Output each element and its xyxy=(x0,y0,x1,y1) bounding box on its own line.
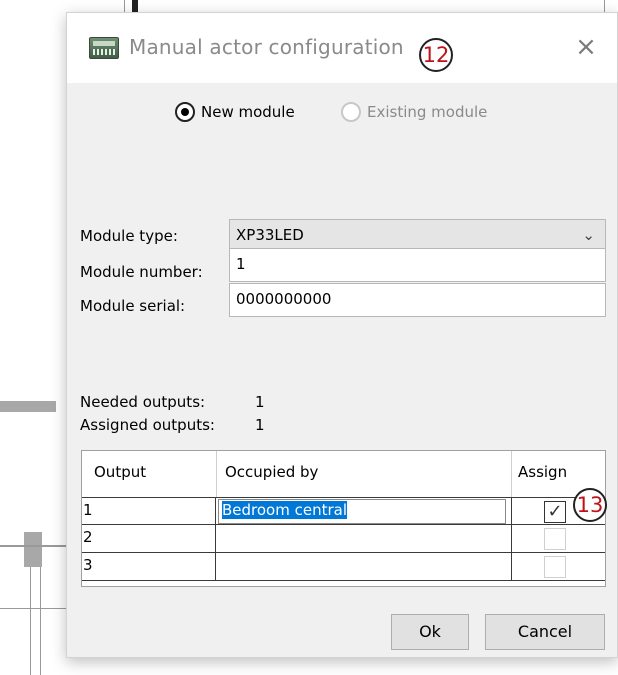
module-type-value: XP33LED xyxy=(236,226,304,244)
cell-occupied-by[interactable] xyxy=(216,525,512,552)
cell-occupied-by[interactable] xyxy=(216,553,512,580)
radio-existing-module-label: Existing module xyxy=(367,103,488,121)
assign-checkbox-checked[interactable]: ✓ xyxy=(544,501,566,523)
outputs-grid: Output Occupied by Assign 1 Bedroom cent… xyxy=(81,450,606,587)
assigned-outputs-value: 1 xyxy=(255,416,265,434)
cell-output: 3 xyxy=(82,553,216,580)
callout-badge-13: 13 xyxy=(573,488,607,522)
module-serial-value: 0000000000 xyxy=(236,290,332,308)
cell-output: 2 xyxy=(82,525,216,552)
table-row[interactable]: 1 Bedroom central ✓ xyxy=(82,497,605,525)
callout-badge-12: 12 xyxy=(419,38,453,72)
title-bar[interactable]: Manual actor configuration 12 × xyxy=(67,13,617,83)
cell-occupied-by[interactable]: Bedroom central xyxy=(216,498,512,525)
ok-button[interactable]: Ok xyxy=(391,614,469,650)
assign-checkbox[interactable] xyxy=(544,556,566,578)
assigned-outputs-label: Assigned outputs: xyxy=(80,416,215,434)
background-line xyxy=(30,567,31,675)
background-line xyxy=(0,545,66,547)
cancel-button[interactable]: Cancel xyxy=(485,614,605,650)
close-icon[interactable]: × xyxy=(569,31,603,65)
module-serial-label: Module serial: xyxy=(80,297,186,315)
dialog-title: Manual actor configuration xyxy=(129,35,404,59)
background-wall xyxy=(0,401,56,412)
occupied-by-selected-text: Bedroom central xyxy=(222,501,348,519)
column-header-output[interactable]: Output xyxy=(94,463,146,481)
manual-actor-dialog: Manual actor configuration 12 × New modu… xyxy=(66,12,618,658)
column-header-occupied-by[interactable]: Occupied by xyxy=(225,463,318,481)
assign-checkbox[interactable] xyxy=(544,528,566,550)
table-row[interactable]: 3 xyxy=(82,553,605,581)
table-row[interactable]: 2 xyxy=(82,525,605,553)
background-line xyxy=(40,567,41,675)
module-number-label: Module number: xyxy=(80,263,203,281)
background-line xyxy=(0,608,66,609)
module-serial-input[interactable]: 0000000000 xyxy=(229,283,606,317)
module-number-value: 1 xyxy=(236,255,246,273)
radio-new-module-label: New module xyxy=(201,103,295,121)
needed-outputs-value: 1 xyxy=(255,393,265,411)
radio-existing-module[interactable]: Existing module xyxy=(341,99,487,125)
module-number-input[interactable]: 1 xyxy=(229,248,606,282)
radio-indicator-disabled xyxy=(341,102,361,122)
needed-outputs-label: Needed outputs: xyxy=(80,393,206,411)
module-icon xyxy=(89,37,119,59)
module-type-label: Module type: xyxy=(80,227,178,245)
chevron-down-icon: ⌄ xyxy=(582,226,595,244)
column-header-assign[interactable]: Assign xyxy=(518,463,567,481)
background-wall xyxy=(24,532,42,567)
occupied-by-editor[interactable]: Bedroom central xyxy=(218,499,506,524)
radio-indicator-checked xyxy=(175,102,195,122)
radio-new-module[interactable]: New module xyxy=(175,99,295,125)
cell-output: 1 xyxy=(82,498,216,525)
